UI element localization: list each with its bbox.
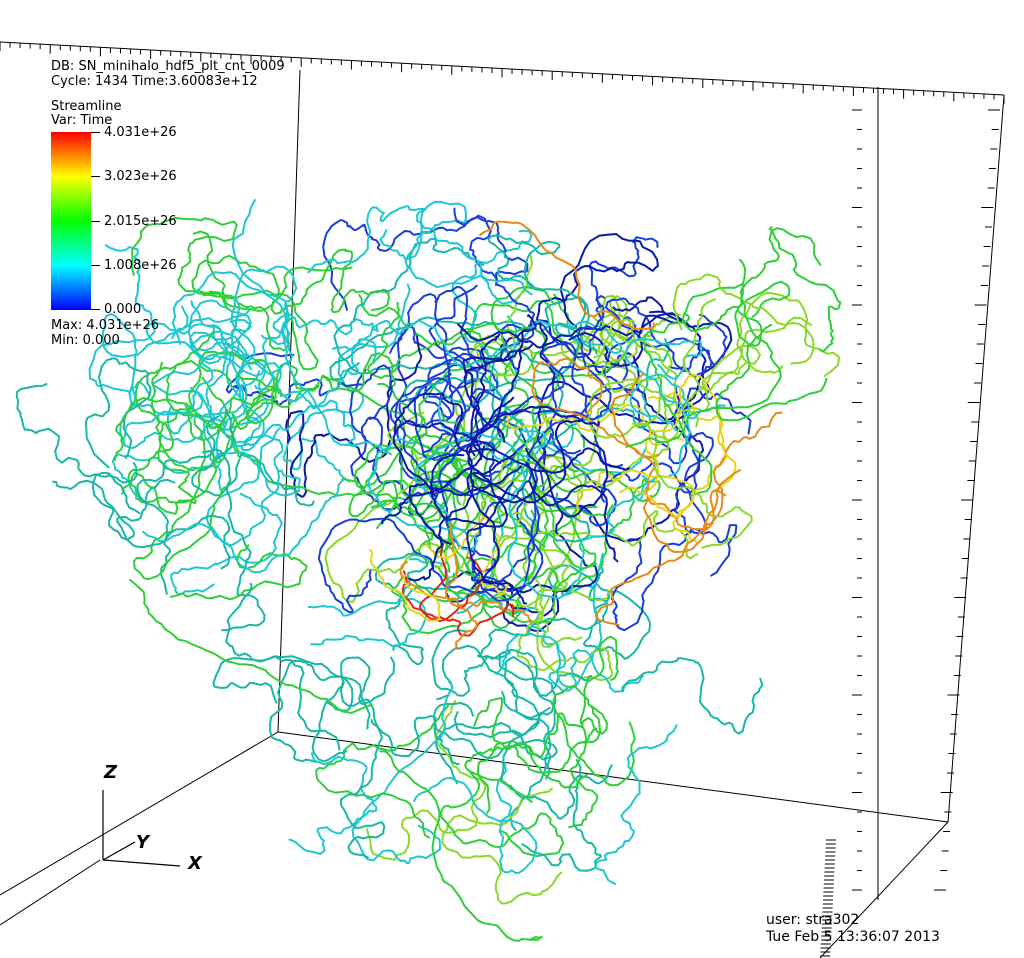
color-tick-label: 0.000 — [104, 302, 142, 317]
streamline — [621, 657, 764, 735]
x-axis-label: X — [188, 853, 202, 874]
streamline — [225, 582, 341, 751]
streamline — [136, 415, 220, 595]
color-tick — [91, 309, 100, 310]
streamline — [768, 226, 842, 353]
color-tick-label: 3.023e+26 — [104, 169, 177, 184]
streamline — [339, 681, 460, 766]
streamline — [594, 724, 678, 885]
y-axis-line — [102, 841, 136, 861]
color-tick — [91, 221, 100, 222]
color-tick-label: 2.015e+26 — [104, 214, 177, 229]
color-tick-label: 1.008e+26 — [104, 258, 177, 273]
box-edge — [0, 731, 279, 896]
color-tick — [91, 132, 100, 133]
min-value: Min: 0.000 — [51, 333, 120, 348]
user-name: user: stra302 — [766, 912, 860, 928]
box-edge — [0, 859, 101, 926]
box-edge — [947, 94, 1005, 823]
max-value: Max: 4.031e+26 — [51, 318, 160, 333]
color-tick — [91, 176, 100, 177]
color-tick-label: 4.031e+26 — [104, 125, 177, 140]
streamline — [374, 553, 455, 666]
cycle-time: Cycle: 1434 Time:3.60083e+12 — [51, 74, 258, 89]
timestamp: Tue Feb 5 13:36:07 2013 — [766, 929, 940, 945]
streamline — [715, 310, 828, 422]
streamline — [307, 597, 428, 648]
y-axis-label: Y — [136, 832, 150, 853]
streamline — [231, 199, 392, 456]
streamline — [495, 632, 644, 693]
x-axis-line — [102, 859, 181, 867]
color-tick — [91, 265, 100, 266]
z-axis-label: Z — [104, 762, 118, 783]
color-bar — [51, 132, 91, 310]
streamline-render-view — [0, 41, 1005, 958]
streamline — [340, 719, 386, 859]
streamline — [315, 702, 451, 839]
database-name: DB: SN_minihalo_hdf5_plt_cnt_0009 — [51, 59, 285, 74]
plot-name: Streamline — [51, 99, 122, 114]
streamline — [734, 227, 822, 347]
